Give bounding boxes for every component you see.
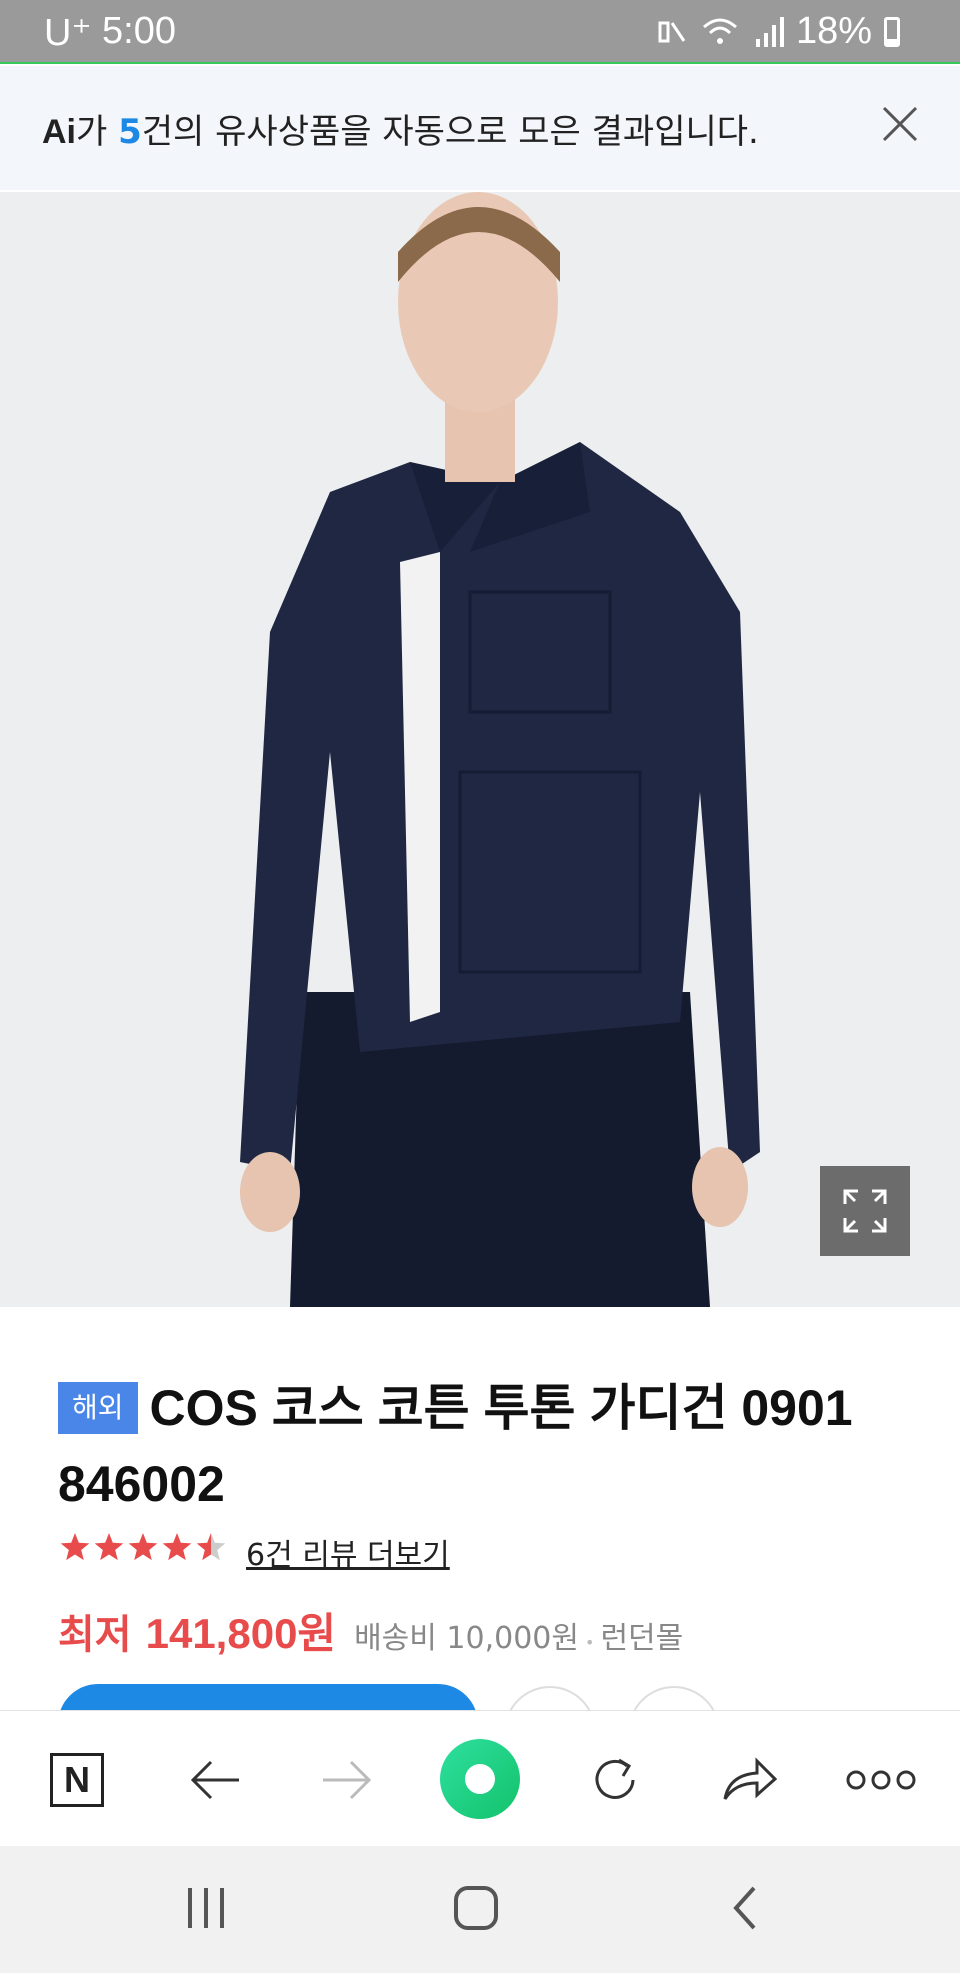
rating-row: 6건 리뷰 더보기 [58,1530,450,1574]
banner-text-before: 가 [76,112,119,152]
home-icon[interactable] [452,1884,500,1932]
product-photo [0,192,960,1307]
status-icons: 18% [654,10,900,53]
mute-icon [658,21,686,42]
back-arrow-icon[interactable] [180,1745,250,1815]
ai-logo: Ai [42,113,76,151]
product-image[interactable] [0,192,960,1307]
mall-name: 런던몰 [600,1621,684,1656]
banner-message: Ai가 5건의 유사상품을 자동으로 모은 결과입니다. [42,104,759,153]
close-icon[interactable] [880,104,920,144]
forward-arrow-icon[interactable] [312,1745,382,1815]
lowest-price-label: 최저 [58,1612,132,1658]
refresh-icon[interactable] [580,1745,650,1815]
green-dot-icon[interactable] [440,1739,520,1819]
share-icon[interactable] [714,1745,784,1815]
star-5 [196,1532,226,1560]
naver-home-icon[interactable]: N [50,1753,104,1807]
back-icon[interactable] [730,1884,760,1932]
status-bar: U⁺ 5:00 18% [0,0,960,64]
star-3 [128,1532,158,1560]
overseas-badge: 해외 [58,1382,138,1434]
battery-percent: 18% [795,10,872,52]
status-time: 5:00 [102,10,176,52]
carrier-label: U⁺ [44,12,92,54]
star-2 [94,1532,124,1560]
banner-text-after: 건의 유사상품을 자동으로 모은 결과입니다. [141,112,759,152]
more-icon[interactable] [846,1745,916,1815]
star-icons [60,1532,226,1560]
reviews-link[interactable]: 6건 리뷰 더보기 [246,1530,450,1574]
ai-similar-products-banner: Ai가 5건의 유사상품을 자동으로 모은 결과입니다. [0,66,960,190]
similar-count: 5 [118,112,142,152]
product-title-text: COS 코스 코튼 투톤 가디건 0901 846002 [58,1380,853,1512]
shipping-fee: 배송비 10,000원 [354,1621,579,1656]
green-dot-center [465,1764,495,1794]
expand-image-button[interactable] [820,1166,910,1256]
system-nav-bar [0,1846,960,1973]
signal-icon [755,16,784,47]
expand-icon [843,1189,887,1233]
naver-home-label: N [64,1759,90,1800]
price-value: 141,800원 [145,1610,337,1657]
star-1 [60,1532,90,1560]
star-4 [162,1532,192,1560]
price-row: 최저 141,800원 배송비 10,000원 • 런던몰 [58,1600,683,1661]
wifi-icon [702,18,737,44]
battery-icon [884,16,900,47]
browser-toolbar: N [0,1710,960,1847]
separator-dot: • [585,1633,595,1652]
product-title: 해외 COS 코스 코튼 투톤 가디건 0901 846002 [58,1370,918,1522]
recent-apps-icon[interactable] [184,1884,228,1932]
star-rating [58,1531,228,1574]
